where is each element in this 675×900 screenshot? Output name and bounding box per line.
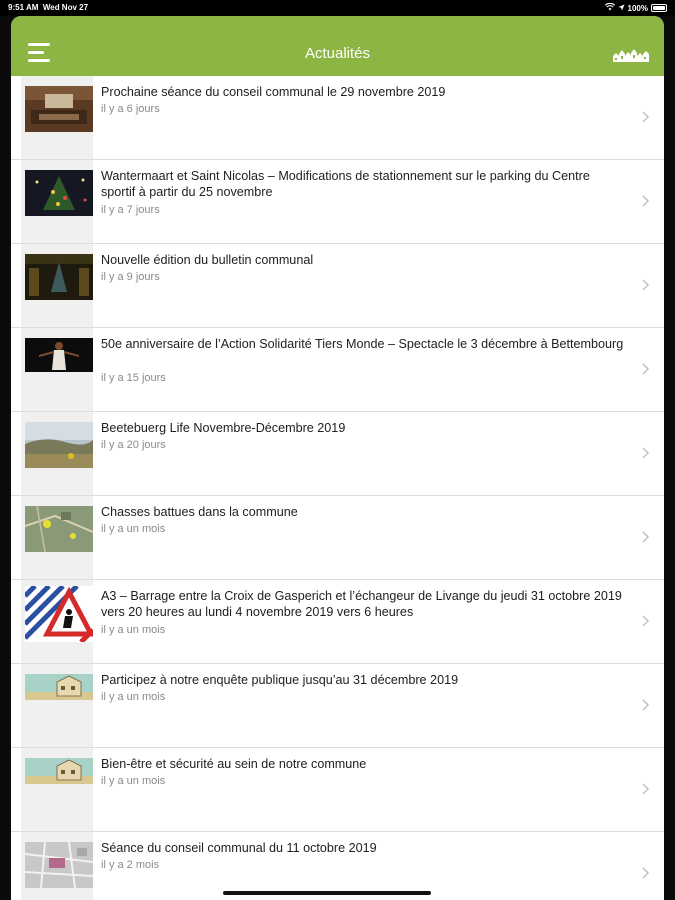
news-item[interactable]: Wantermaart et Saint Nicolas – Modificat…	[11, 160, 664, 244]
news-time: il y a un mois	[101, 523, 166, 535]
location-icon	[618, 4, 625, 13]
roadwork-sign-thumbnail	[25, 586, 93, 642]
thumbnail-frame	[21, 496, 93, 579]
thumbnail-frame	[21, 160, 93, 243]
news-title: Chasses battues dans la commune	[101, 505, 298, 519]
performer-thumbnail	[25, 338, 93, 372]
house-illustration-thumbnail	[25, 758, 93, 784]
news-title: A3 – Barrage entre la Croix de Gasperich…	[101, 589, 622, 619]
page-title: Actualités	[304, 45, 371, 62]
news-time: il y a 7 jours	[101, 204, 160, 216]
status-time: 9:51 AM Wed Nov 27	[8, 3, 89, 12]
news-title: Nouvelle édition du bulletin communal	[101, 253, 314, 267]
chevron-right-icon	[638, 446, 652, 460]
news-time: il y a 2 mois	[101, 859, 160, 871]
news-title: Beetebuerg Life Novembre-Décembre 2019	[101, 421, 346, 435]
thumbnail-frame	[21, 76, 93, 159]
app-window: Actualités Prochaine séance du conseil c…	[11, 16, 664, 900]
news-time: il y a 20 jours	[101, 439, 166, 451]
council-room-thumbnail	[25, 86, 93, 132]
news-title: Bien-être et sécurité au sein de notre c…	[101, 757, 367, 771]
news-item[interactable]: 50e anniversaire de l’Action Solidarité …	[11, 328, 664, 412]
thumbnail-frame	[21, 412, 93, 495]
town-skyline-logo-icon[interactable]	[613, 48, 649, 62]
street-map-thumbnail	[25, 842, 93, 888]
news-item[interactable]: Participez à notre enquête publique jusq…	[11, 664, 664, 748]
thumbnail-frame	[21, 664, 93, 747]
thumbnail-frame	[21, 748, 93, 831]
thumbnail-frame	[21, 580, 93, 663]
news-list: Prochaine séance du conseil communal le …	[11, 76, 664, 900]
news-item[interactable]: Séance du conseil communal du 11 octobre…	[11, 832, 664, 900]
house-illustration-thumbnail	[25, 674, 93, 700]
news-item[interactable]: A3 – Barrage entre la Croix de Gasperich…	[11, 580, 664, 664]
status-bar: 9:51 AM Wed Nov 27 100%	[0, 0, 675, 16]
news-title: Séance du conseil communal du 11 octobre…	[101, 841, 377, 855]
thumbnail-frame	[21, 328, 93, 411]
navigation-bar: Actualités	[11, 16, 664, 76]
chevron-right-icon	[638, 110, 652, 124]
news-time: il y a 15 jours	[101, 372, 166, 384]
news-title: Wantermaart et Saint Nicolas – Modificat…	[101, 169, 590, 199]
chevron-right-icon	[638, 782, 652, 796]
wifi-icon	[604, 2, 615, 13]
news-item[interactable]: Bien-être et sécurité au sein de notre c…	[11, 748, 664, 832]
news-time: il y a 6 jours	[101, 103, 160, 115]
chevron-right-icon	[638, 530, 652, 544]
christmas-market-thumbnail	[25, 170, 93, 216]
chevron-right-icon	[638, 362, 652, 376]
battery-icon	[651, 4, 667, 12]
news-item[interactable]: Prochaine séance du conseil communal le …	[11, 76, 664, 160]
landscape-thumbnail	[25, 422, 93, 468]
home-indicator[interactable]	[223, 891, 431, 895]
chevron-right-icon	[638, 278, 652, 292]
map-thumbnail	[25, 506, 93, 552]
chevron-right-icon	[638, 866, 652, 880]
news-time: il y a un mois	[101, 691, 166, 703]
news-title: 50e anniversaire de l’Action Solidarité …	[101, 337, 624, 351]
thumbnail-frame	[21, 832, 93, 900]
news-item[interactable]: Chasses battues dans la commune il y a u…	[11, 496, 664, 580]
thumbnail-frame	[21, 244, 93, 327]
news-item[interactable]: Nouvelle édition du bulletin communal il…	[11, 244, 664, 328]
status-indicators: 100%	[604, 2, 667, 13]
news-item[interactable]: Beetebuerg Life Novembre-Décembre 2019 i…	[11, 412, 664, 496]
chevron-right-icon	[638, 614, 652, 628]
chevron-right-icon	[638, 698, 652, 712]
news-title: Participez à notre enquête publique jusq…	[101, 673, 459, 687]
chevron-right-icon	[638, 194, 652, 208]
news-title: Prochaine séance du conseil communal le …	[101, 85, 446, 99]
news-time: il y a un mois	[101, 775, 166, 787]
news-time: il y a 9 jours	[101, 271, 160, 283]
battery-percent: 100%	[627, 3, 648, 13]
news-time: il y a un mois	[101, 624, 166, 636]
bulletin-thumbnail	[25, 254, 93, 300]
